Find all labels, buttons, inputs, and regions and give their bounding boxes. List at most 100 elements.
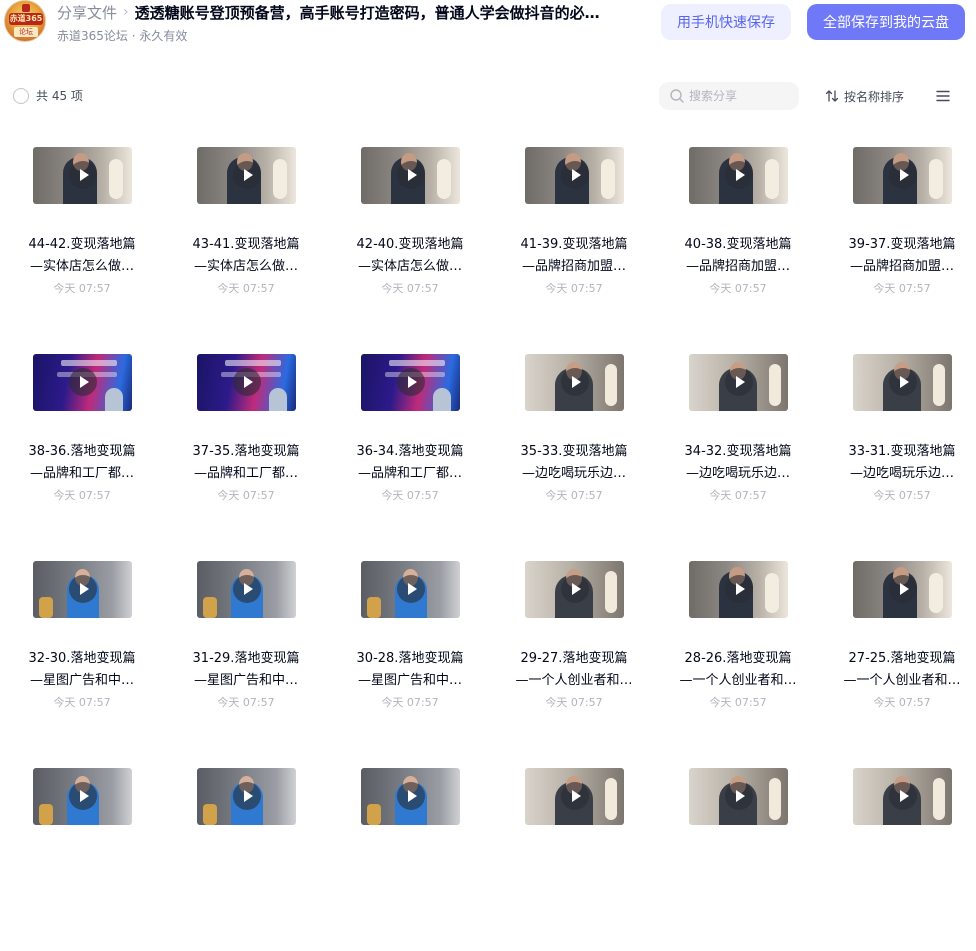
file-name[interactable]: 34-32.变现落地篇 —边吃喝玩乐边… — [656, 441, 820, 485]
video-thumbnail[interactable] — [197, 768, 296, 825]
select-all-icon[interactable] — [13, 88, 29, 104]
play-icon[interactable] — [889, 161, 917, 189]
video-thumbnail[interactable] — [33, 768, 132, 825]
file-card[interactable]: 32-30.落地变现篇 —星图广告和中… 今天 07:57 — [0, 544, 164, 744]
video-thumbnail[interactable] — [361, 561, 460, 618]
play-icon[interactable] — [397, 368, 425, 396]
play-icon[interactable] — [233, 782, 261, 810]
file-card[interactable]: 43-41.变现落地篇 —实体店怎么做… 今天 07:57 — [164, 130, 328, 330]
file-card[interactable]: 28-26.落地变现篇 —一个人创业者和… 今天 07:57 — [656, 544, 820, 744]
play-icon[interactable] — [725, 161, 753, 189]
file-name[interactable]: 44-42.变现落地篇 —实体店怎么做… — [0, 234, 164, 278]
file-card[interactable]: 29-27.落地变现篇 —一个人创业者和… 今天 07:57 — [492, 544, 656, 744]
file-card[interactable]: 27-25.落地变现篇 —一个人创业者和… 今天 07:57 — [820, 544, 976, 744]
play-icon[interactable] — [561, 782, 589, 810]
file-name[interactable]: 43-41.变现落地篇 —实体店怎么做… — [164, 234, 328, 278]
video-thumbnail[interactable] — [197, 354, 296, 411]
video-thumbnail[interactable] — [689, 147, 788, 204]
file-name[interactable]: 36-34.落地变现篇 —品牌和工厂都… — [328, 441, 492, 485]
play-icon[interactable] — [561, 575, 589, 603]
file-card[interactable] — [656, 751, 820, 951]
file-name[interactable]: 41-39.变现落地篇 —品牌招商加盟… — [492, 234, 656, 278]
file-name[interactable]: 37-35.落地变现篇 —品牌和工厂都… — [164, 441, 328, 485]
file-name[interactable]: 35-33.变现落地篇 —边吃喝玩乐边… — [492, 441, 656, 485]
play-icon[interactable] — [561, 368, 589, 396]
file-name[interactable]: 38-36.落地变现篇 —品牌和工厂都… — [0, 441, 164, 485]
video-thumbnail[interactable] — [525, 354, 624, 411]
file-card[interactable] — [820, 751, 976, 951]
file-card[interactable] — [328, 751, 492, 951]
file-name[interactable]: 31-29.落地变现篇 —星图广告和中… — [164, 648, 328, 692]
video-thumbnail[interactable] — [33, 354, 132, 411]
file-card[interactable]: 42-40.变现落地篇 —实体店怎么做… 今天 07:57 — [328, 130, 492, 330]
file-card[interactable]: 35-33.变现落地篇 —边吃喝玩乐边… 今天 07:57 — [492, 337, 656, 537]
play-icon[interactable] — [889, 782, 917, 810]
file-card[interactable]: 44-42.变现落地篇 —实体店怎么做… 今天 07:57 — [0, 130, 164, 330]
save-all-button[interactable]: 全部保存到我的云盘 — [807, 4, 965, 40]
video-thumbnail[interactable] — [33, 561, 132, 618]
file-card[interactable] — [164, 751, 328, 951]
file-card[interactable]: 33-31.变现落地篇 —边吃喝玩乐边… 今天 07:57 — [820, 337, 976, 537]
list-view-icon[interactable] — [935, 88, 951, 104]
file-name[interactable]: 33-31.变现落地篇 —边吃喝玩乐边… — [820, 441, 976, 485]
play-icon[interactable] — [233, 575, 261, 603]
video-thumbnail[interactable] — [853, 354, 952, 411]
play-icon[interactable] — [397, 161, 425, 189]
file-name[interactable]: 30-28.落地变现篇 —星图广告和中… — [328, 648, 492, 692]
file-card[interactable]: 40-38.变现落地篇 —品牌招商加盟… 今天 07:57 — [656, 130, 820, 330]
video-thumbnail[interactable] — [361, 768, 460, 825]
play-icon[interactable] — [69, 368, 97, 396]
file-card[interactable]: 37-35.落地变现篇 —品牌和工厂都… 今天 07:57 — [164, 337, 328, 537]
play-icon[interactable] — [725, 575, 753, 603]
video-thumbnail[interactable] — [853, 768, 952, 825]
play-icon[interactable] — [561, 161, 589, 189]
file-name[interactable]: 29-27.落地变现篇 —一个人创业者和… — [492, 648, 656, 692]
video-thumbnail[interactable] — [525, 147, 624, 204]
file-name[interactable]: 42-40.变现落地篇 —实体店怎么做… — [328, 234, 492, 278]
video-thumbnail[interactable] — [525, 768, 624, 825]
play-icon[interactable] — [69, 575, 97, 603]
file-card[interactable] — [492, 751, 656, 951]
sort-button[interactable]: 按名称排序 — [824, 88, 904, 104]
file-name[interactable]: 39-37.变现落地篇 —品牌招商加盟… — [820, 234, 976, 278]
video-thumbnail[interactable] — [197, 147, 296, 204]
file-card[interactable]: 41-39.变现落地篇 —品牌招商加盟… 今天 07:57 — [492, 130, 656, 330]
play-icon[interactable] — [69, 161, 97, 189]
file-card[interactable]: 30-28.落地变现篇 —星图广告和中… 今天 07:57 — [328, 544, 492, 744]
phone-save-button[interactable]: 用手机快速保存 — [661, 4, 791, 40]
breadcrumb-root-link[interactable]: 分享文件 — [57, 2, 117, 23]
video-thumbnail[interactable] — [853, 147, 952, 204]
search-input[interactable] — [689, 86, 793, 106]
video-thumbnail[interactable] — [197, 561, 296, 618]
play-icon[interactable] — [233, 161, 261, 189]
video-thumbnail[interactable] — [33, 147, 132, 204]
file-card[interactable]: 36-34.落地变现篇 —品牌和工厂都… 今天 07:57 — [328, 337, 492, 537]
file-name[interactable]: 40-38.变现落地篇 —品牌招商加盟… — [656, 234, 820, 278]
video-thumbnail[interactable] — [853, 561, 952, 618]
share-owner[interactable]: 赤道365论坛 — [57, 29, 128, 43]
file-card[interactable]: 39-37.变现落地篇 —品牌招商加盟… 今天 07:57 — [820, 130, 976, 330]
file-card[interactable]: 38-36.落地变现篇 —品牌和工厂都… 今天 07:57 — [0, 337, 164, 537]
video-thumbnail[interactable] — [361, 354, 460, 411]
play-icon[interactable] — [889, 575, 917, 603]
video-thumbnail[interactable] — [689, 768, 788, 825]
file-card[interactable]: 31-29.落地变现篇 —星图广告和中… 今天 07:57 — [164, 544, 328, 744]
play-icon[interactable] — [233, 368, 261, 396]
play-icon[interactable] — [69, 782, 97, 810]
file-name[interactable]: 32-30.落地变现篇 —星图广告和中… — [0, 648, 164, 692]
video-thumbnail[interactable] — [525, 561, 624, 618]
video-thumbnail[interactable] — [689, 354, 788, 411]
play-icon[interactable] — [397, 782, 425, 810]
search-box[interactable] — [659, 82, 799, 110]
file-card[interactable] — [0, 751, 164, 951]
play-icon[interactable] — [397, 575, 425, 603]
file-card[interactable]: 34-32.变现落地篇 —边吃喝玩乐边… 今天 07:57 — [656, 337, 820, 537]
play-icon[interactable] — [725, 782, 753, 810]
play-icon[interactable] — [725, 368, 753, 396]
play-icon[interactable] — [889, 368, 917, 396]
video-thumbnail[interactable] — [361, 147, 460, 204]
file-name[interactable]: 28-26.落地变现篇 —一个人创业者和… — [656, 648, 820, 692]
owner-avatar[interactable]: 赤道365 论坛 — [4, 0, 46, 42]
video-thumbnail[interactable] — [689, 561, 788, 618]
file-name[interactable]: 27-25.落地变现篇 —一个人创业者和… — [820, 648, 976, 692]
